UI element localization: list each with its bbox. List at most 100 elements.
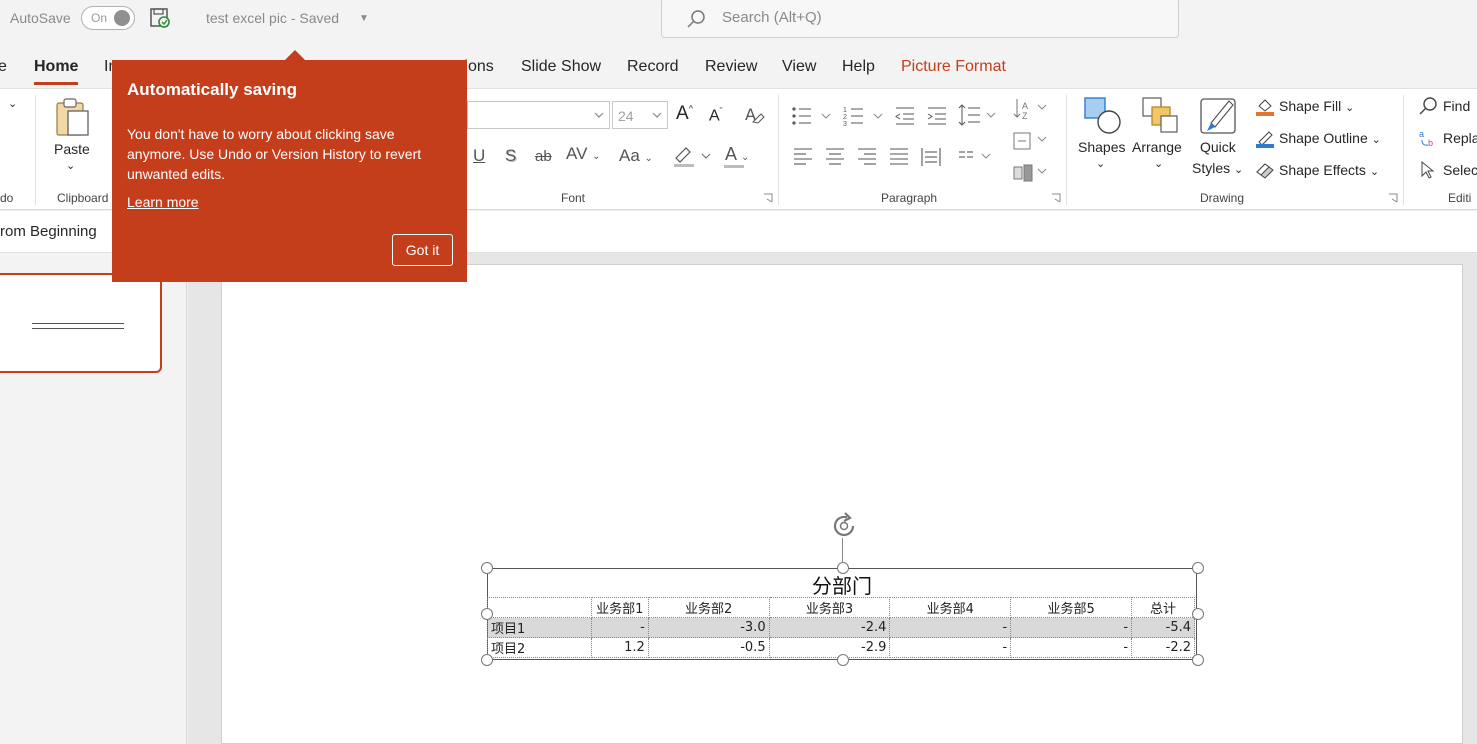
align-text-icon[interactable] xyxy=(1012,129,1048,153)
document-title[interactable]: test excel pic - Saved xyxy=(206,10,339,26)
slide-thumbnail[interactable] xyxy=(0,273,162,373)
text-direction-icon[interactable]: AZ xyxy=(1012,97,1048,121)
shapes-button[interactable]: Shapes xyxy=(1078,139,1125,155)
quick-styles-label: Styles xyxy=(1192,160,1231,176)
font-dialog-launcher-icon[interactable] xyxy=(763,193,773,203)
table-cell: -5.4 xyxy=(1131,617,1195,638)
tab-slide-show[interactable]: Slide Show xyxy=(521,58,601,76)
change-case-label: Aa xyxy=(619,146,640,165)
shape-outline-button[interactable]: Shape Outline ⌄ xyxy=(1279,130,1381,146)
shapes-chevron-icon[interactable]: ⌄ xyxy=(1096,157,1105,170)
group-separator xyxy=(778,95,779,205)
find-button[interactable]: Find xyxy=(1443,98,1470,114)
change-case-button[interactable]: Aa ⌄ xyxy=(619,146,653,166)
tab-help[interactable]: Help xyxy=(842,58,875,76)
increase-indent-icon[interactable] xyxy=(927,105,947,127)
font-name-combo[interactable] xyxy=(467,101,610,129)
font-size-combo[interactable]: 24 xyxy=(612,101,668,129)
resize-handle-bottom[interactable] xyxy=(837,654,849,666)
shape-outline-icon[interactable] xyxy=(1255,128,1275,148)
shapes-icon[interactable] xyxy=(1082,95,1122,135)
table-cell: - xyxy=(1010,637,1133,658)
underline-button[interactable]: U xyxy=(473,146,485,166)
resize-handle-right[interactable] xyxy=(1192,608,1204,620)
table-cell: - xyxy=(889,637,1012,658)
undo-dropdown-chevron-icon[interactable]: ⌄ xyxy=(8,97,17,110)
resize-handle-top-right[interactable] xyxy=(1192,562,1204,574)
strikethrough-button[interactable]: ab xyxy=(535,148,552,165)
highlighter-icon[interactable] xyxy=(672,144,712,168)
shadow-button[interactable]: S xyxy=(505,146,516,166)
bullets-icon[interactable] xyxy=(791,105,831,127)
arrange-chevron-icon[interactable]: ⌄ xyxy=(1154,157,1163,170)
shape-fill-icon[interactable] xyxy=(1255,96,1275,116)
shape-effects-icon[interactable] xyxy=(1255,160,1275,180)
paste-chevron-icon[interactable]: ⌄ xyxy=(66,159,75,172)
font-size-value: 24 xyxy=(618,108,634,124)
chevron-down-icon xyxy=(652,112,662,118)
chevron-down-icon[interactable]: ▼ xyxy=(359,13,369,24)
svg-text:3: 3 xyxy=(843,121,847,127)
from-beginning-button[interactable]: rom Beginning xyxy=(0,223,97,240)
shape-effects-button[interactable]: Shape Effects ⌄ xyxy=(1279,162,1379,178)
decrease-indent-icon[interactable] xyxy=(895,105,915,127)
svg-text:Z: Z xyxy=(1022,111,1028,121)
search-icon xyxy=(687,10,705,28)
tab-picture-format[interactable]: Picture Format xyxy=(901,58,1006,76)
save-sync-icon[interactable] xyxy=(149,7,171,29)
slide-thumbnail-pane xyxy=(0,253,187,744)
font-color-button[interactable]: A ⌄ xyxy=(725,144,749,165)
paragraph-alignment-icons[interactable] xyxy=(793,147,993,167)
resize-handle-bottom-left[interactable] xyxy=(481,654,493,666)
got-it-button[interactable]: Got it xyxy=(392,234,453,266)
clear-formatting-icon[interactable]: A xyxy=(743,104,765,126)
resize-handle-bottom-right[interactable] xyxy=(1192,654,1204,666)
resize-handle-left[interactable] xyxy=(481,608,493,620)
paste-button[interactable]: Paste xyxy=(54,141,90,157)
paragraph-dialog-launcher-icon[interactable] xyxy=(1051,193,1061,203)
title-bar: AutoSave On test excel pic - Saved ▼ Sea… xyxy=(0,0,1477,40)
numbering-icon[interactable]: 123 xyxy=(843,105,883,127)
resize-handle-top-left[interactable] xyxy=(481,562,493,574)
grow-font-label: A xyxy=(676,103,689,124)
learn-more-link[interactable]: Learn more xyxy=(127,194,199,210)
search-placeholder: Search (Alt+Q) xyxy=(722,9,822,26)
search-box[interactable]: Search (Alt+Q) xyxy=(661,0,1179,38)
arrange-button[interactable]: Arrange xyxy=(1132,139,1182,155)
tab-record[interactable]: Record xyxy=(627,58,679,76)
shape-fill-button[interactable]: Shape Fill ⌄ xyxy=(1279,98,1354,114)
grow-font-button[interactable]: A^ xyxy=(676,103,693,125)
group-label-drawing: Drawing xyxy=(1200,191,1245,205)
picture-table[interactable]: 分部门 业务部1 业务部2 业务部3 业务部4 业务部5 总计 项目1 - -3… xyxy=(487,568,1197,660)
arrange-icon[interactable] xyxy=(1140,95,1180,135)
slide[interactable] xyxy=(221,264,1463,744)
select-cursor-icon[interactable] xyxy=(1418,160,1438,180)
group-separator xyxy=(35,95,36,205)
svg-text:1: 1 xyxy=(843,107,847,114)
tab-file[interactable]: e xyxy=(0,58,7,76)
group-label-font: Font xyxy=(561,191,586,205)
table-title: 分部门 xyxy=(812,574,872,598)
line-spacing-icon[interactable] xyxy=(958,103,998,127)
shrink-font-button[interactable]: Aˇ xyxy=(709,106,723,125)
convert-to-smartart-icon[interactable] xyxy=(1012,161,1048,185)
select-button[interactable]: Selec xyxy=(1443,162,1477,178)
find-icon[interactable] xyxy=(1418,96,1438,116)
tab-home[interactable]: Home xyxy=(34,58,79,85)
autosave-toggle[interactable]: On xyxy=(81,6,135,30)
quick-styles-button-line2[interactable]: Styles ⌄ xyxy=(1192,160,1243,176)
shrink-font-label: A xyxy=(709,107,720,125)
quick-styles-icon[interactable] xyxy=(1199,95,1239,135)
quick-styles-button-line1[interactable]: Quick xyxy=(1200,139,1236,155)
rotate-handle-icon[interactable] xyxy=(829,511,859,541)
resize-handle-top[interactable] xyxy=(837,562,849,574)
replace-button[interactable]: Repla xyxy=(1443,130,1477,146)
header-cell: 业务部2 xyxy=(647,597,770,618)
tab-view[interactable]: View xyxy=(782,58,816,76)
group-label-undo: do xyxy=(0,191,14,205)
drawing-dialog-launcher-icon[interactable] xyxy=(1388,193,1398,203)
tab-review[interactable]: Review xyxy=(705,58,757,76)
replace-icon[interactable]: ab xyxy=(1418,128,1438,148)
paste-icon[interactable] xyxy=(54,97,92,137)
character-spacing-button[interactable]: AV ⌄ xyxy=(566,144,601,164)
